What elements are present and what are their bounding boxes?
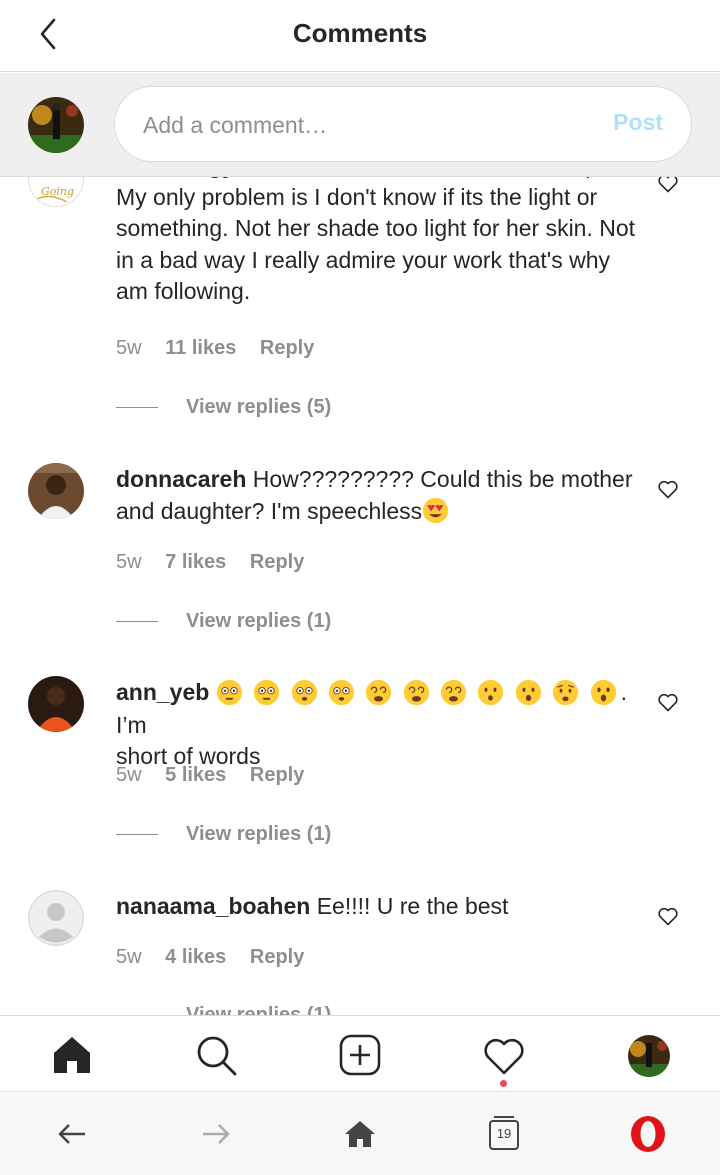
divider	[116, 621, 158, 623]
comment-likes[interactable]: 11 likes	[165, 337, 236, 359]
hushed-emoji-icon	[478, 680, 504, 706]
like-heart-icon[interactable]	[656, 477, 680, 501]
comment-compose-bar: Post	[0, 73, 720, 177]
flushed-emoji-icon	[216, 680, 242, 706]
avatar[interactable]	[28, 676, 84, 732]
post-button[interactable]: Post	[613, 109, 663, 136]
comment-time: 5w	[116, 337, 142, 359]
view-replies-button[interactable]: View replies (5)	[116, 396, 331, 419]
bottom-tab-bar	[0, 1015, 720, 1091]
view-replies-label: View replies (1)	[186, 1004, 332, 1015]
default-avatar-icon	[28, 890, 84, 946]
search-icon[interactable]	[193, 1032, 239, 1078]
comments-list[interactable]: Going lamakuagyewah Perfect and beautifu…	[0, 177, 720, 1015]
comment-meta: 5w 4 likes Reply	[116, 946, 322, 969]
comment-text: nanaama_boahen Ee!!!! U re the best	[116, 891, 636, 923]
divider	[116, 407, 158, 409]
comment-likes[interactable]: 5 likes	[165, 764, 226, 786]
comment-time: 5w	[116, 764, 142, 786]
reply-button[interactable]: Reply	[260, 337, 314, 359]
home-icon[interactable]	[49, 1032, 95, 1078]
opera-icon[interactable]	[628, 1114, 668, 1154]
dizzy-face-emoji-icon	[366, 680, 392, 706]
comment-meta: 5w 7 likes Reply	[116, 551, 322, 574]
reply-button[interactable]: Reply	[250, 551, 304, 573]
page-title: Comments	[292, 18, 428, 48]
view-replies-label: View replies (1)	[186, 823, 332, 845]
new-post-icon[interactable]	[337, 1032, 383, 1078]
comment-body: Ee!!!! U re the best	[316, 893, 509, 919]
reply-button[interactable]: Reply	[250, 764, 304, 786]
comment-meta: 5w 5 likes Reply	[116, 764, 322, 787]
comment-time: 5w	[116, 551, 142, 573]
comment-username[interactable]: donnacareh	[116, 466, 246, 492]
my-avatar	[28, 97, 84, 153]
worried-emoji-icon	[553, 680, 579, 706]
back-arrow-icon[interactable]	[52, 1114, 92, 1154]
comment-likes[interactable]: 7 likes	[165, 551, 226, 573]
activity-heart-icon[interactable]	[481, 1032, 527, 1078]
comment-text: ann_yeb . I’m short of words	[116, 677, 636, 773]
divider	[116, 834, 158, 836]
avatar[interactable]	[28, 890, 84, 946]
comment-likes[interactable]: 4 likes	[165, 946, 226, 968]
forward-arrow-icon[interactable]	[196, 1114, 236, 1154]
avatar[interactable]: Going	[28, 177, 84, 207]
heart-eyes-emoji-icon	[423, 497, 449, 523]
dizzy-face-emoji-icon	[403, 680, 429, 706]
home-icon[interactable]	[340, 1114, 380, 1154]
comment-text: lamakuagyewah Perfect and beautiful make…	[116, 177, 636, 308]
reply-button[interactable]: Reply	[250, 946, 304, 968]
tab-count: 19	[496, 1126, 512, 1141]
view-replies-label: View replies (1)	[186, 610, 332, 632]
comment-field-container: Post	[114, 86, 692, 162]
comment-username[interactable]: nanaama_boahen	[116, 893, 310, 919]
comment-time: 5w	[116, 946, 142, 968]
tabs-button[interactable]: 19	[484, 1114, 524, 1154]
emoji-sequence	[216, 678, 621, 710]
comment-text: donnacareh How????????? Could this be mo…	[116, 464, 636, 527]
like-heart-icon[interactable]	[656, 690, 680, 714]
dizzy-face-emoji-icon	[440, 680, 467, 706]
notification-dot	[500, 1080, 507, 1087]
like-heart-icon[interactable]	[656, 904, 680, 928]
like-heart-icon[interactable]	[656, 177, 680, 195]
comment-username[interactable]: ann_yeb	[116, 679, 209, 705]
header: Comments	[0, 0, 720, 72]
view-replies-button[interactable]: View replies (1)	[116, 823, 331, 846]
comment-username[interactable]: lamakuagyewah	[116, 177, 292, 178]
comment-meta: 5w 11 likes Reply	[116, 337, 332, 360]
flushed-emoji-icon	[328, 680, 354, 706]
profile-avatar[interactable]	[628, 1035, 670, 1077]
comment-input[interactable]	[143, 109, 583, 141]
comment-body: Perfect and beautiful makeup. My only pr…	[116, 177, 636, 304]
flushed-emoji-icon	[291, 680, 317, 706]
hushed-emoji-icon	[515, 680, 541, 706]
view-replies-label: View replies (5)	[186, 396, 332, 418]
view-replies-button[interactable]: View replies (1)	[116, 1004, 331, 1015]
flushed-emoji-icon	[254, 680, 280, 706]
browser-nav-bar: 19	[0, 1091, 720, 1175]
avatar[interactable]	[28, 463, 84, 519]
view-replies-button[interactable]: View replies (1)	[116, 610, 331, 633]
astonished-emoji-icon	[590, 680, 616, 706]
